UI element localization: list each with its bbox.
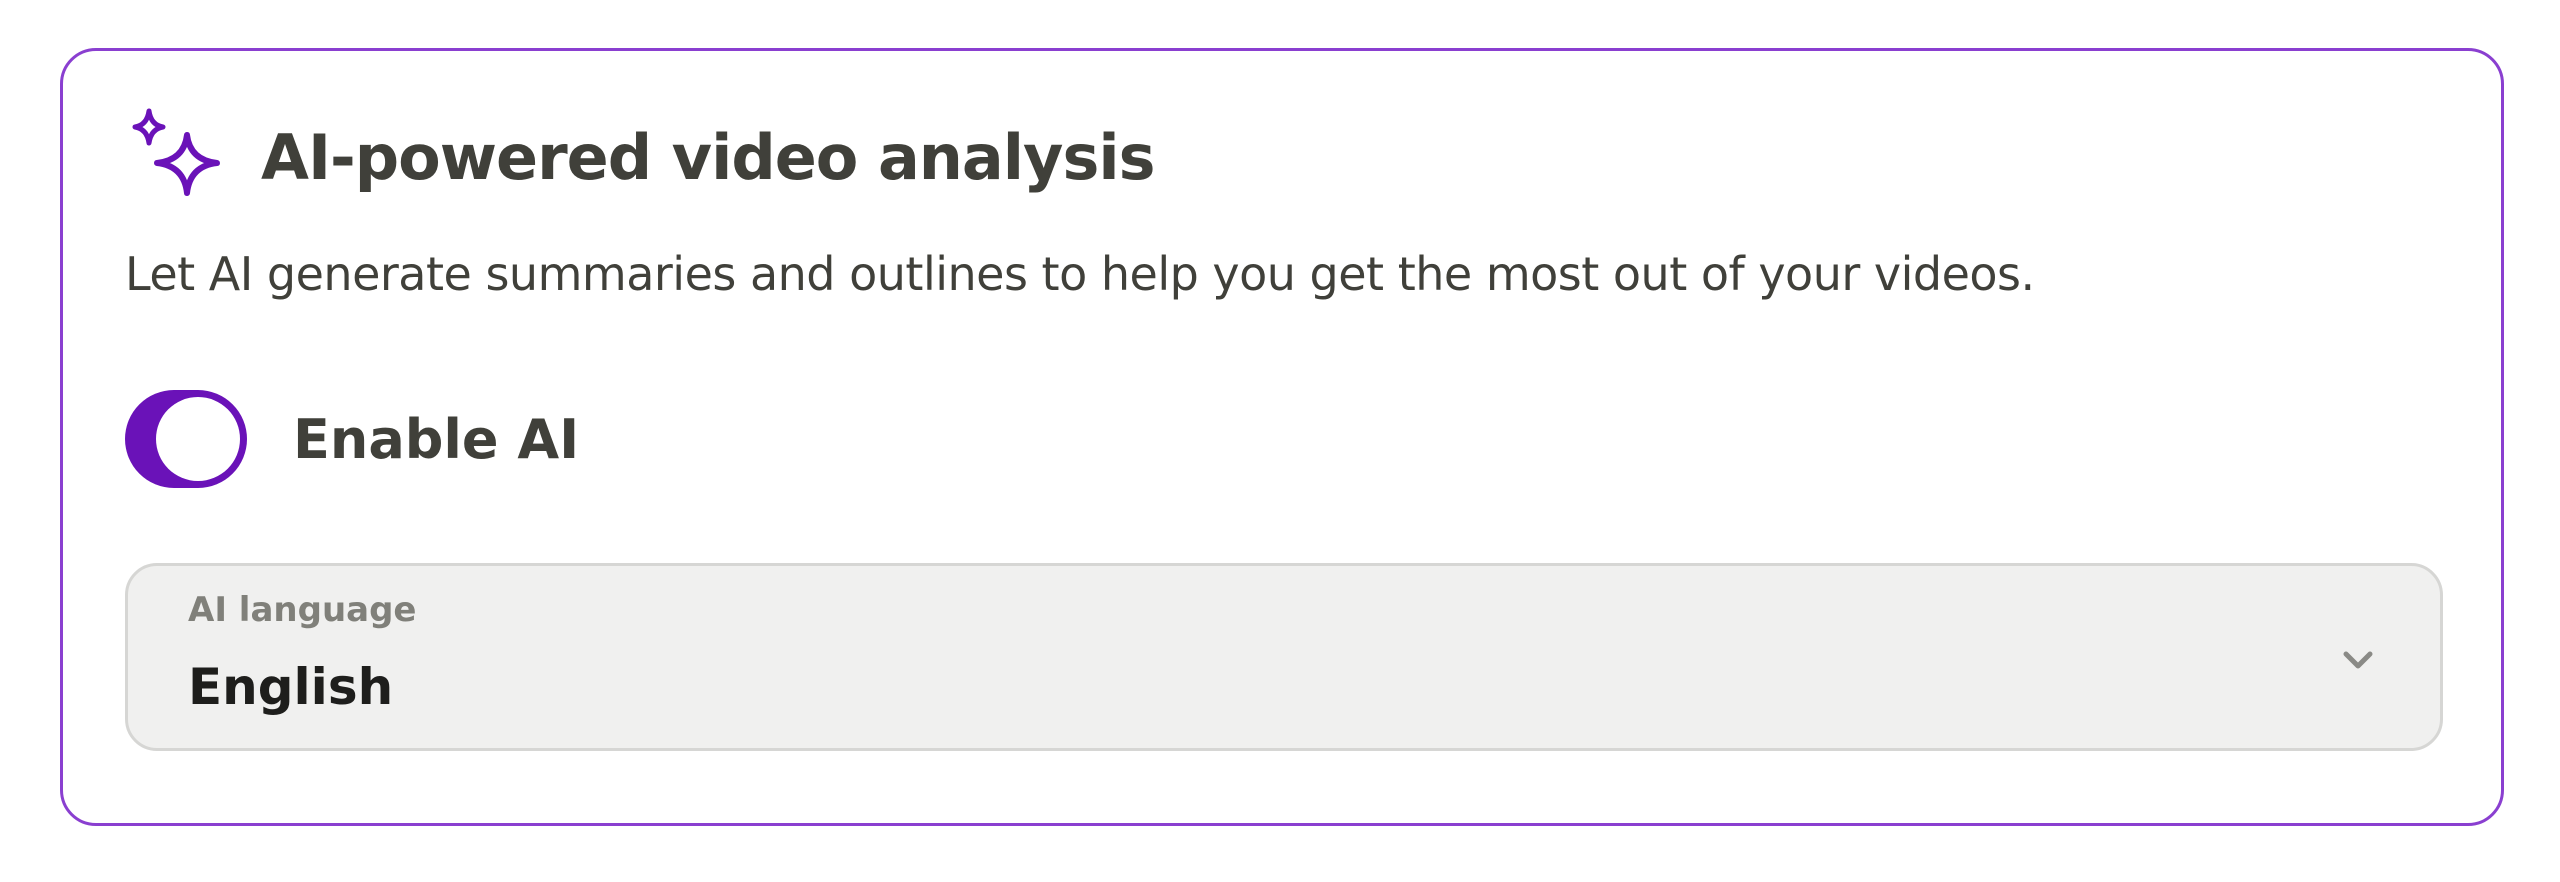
card-description: Let AI generate summaries and outlines t… [125, 247, 2035, 301]
card-header: AI-powered video analysis [125, 107, 1155, 207]
ai-settings-card: AI-powered video analysis Let AI generat… [60, 48, 2504, 826]
ai-language-label: AI language [188, 590, 417, 630]
sparkles-icon [125, 107, 225, 207]
toggle-knob [156, 397, 240, 481]
enable-ai-row: Enable AI [125, 389, 579, 489]
card-title: AI-powered video analysis [261, 120, 1155, 194]
enable-ai-toggle[interactable] [125, 390, 247, 488]
enable-ai-label: Enable AI [293, 407, 580, 471]
ai-language-select[interactable]: AI language English [125, 563, 2443, 751]
ai-language-value: English [188, 658, 394, 716]
